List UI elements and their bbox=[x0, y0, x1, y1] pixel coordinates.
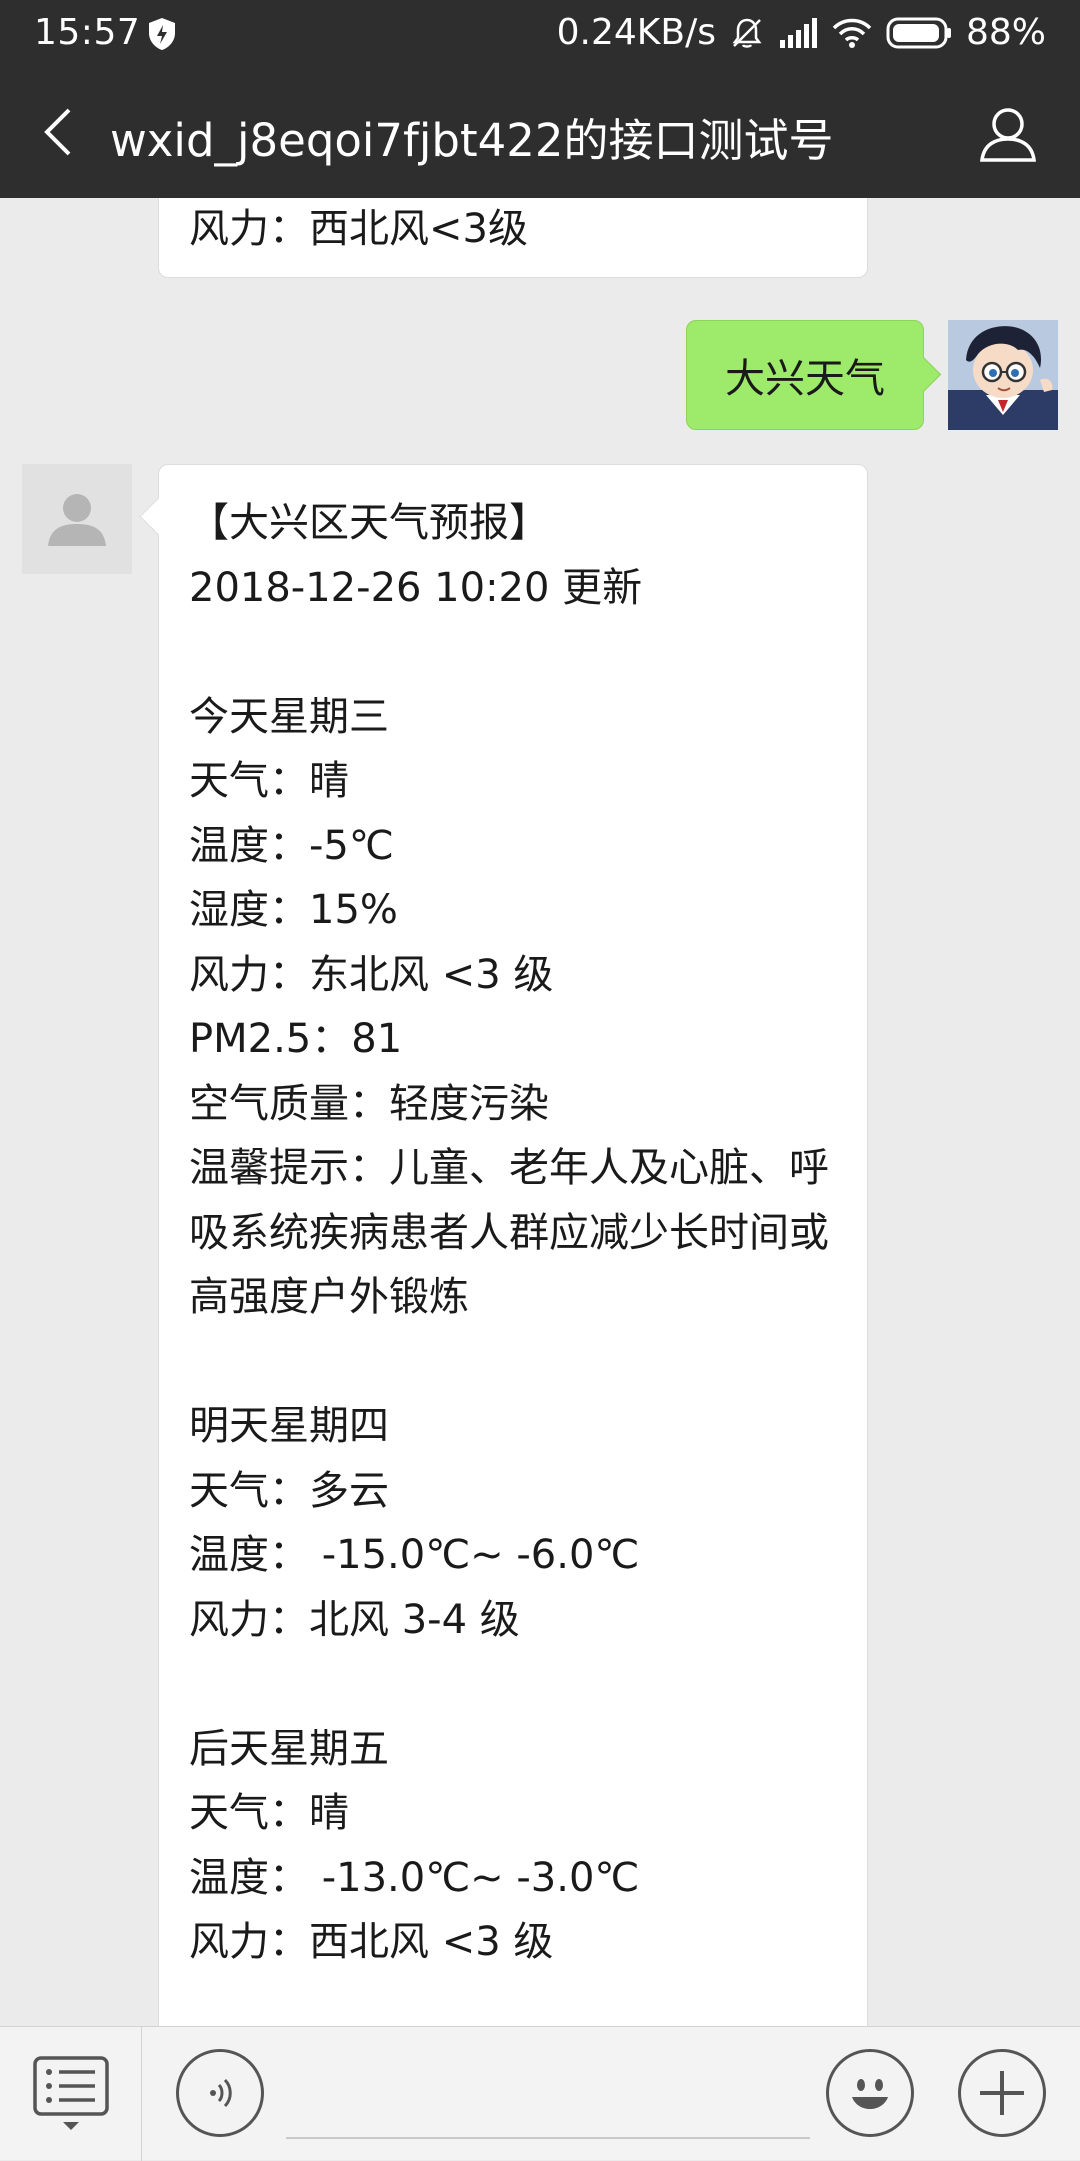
network-speed: 0.24KB/s bbox=[556, 12, 716, 53]
forecast-blank-line bbox=[189, 620, 837, 685]
message-text: 风力：西北风<3级 bbox=[189, 206, 528, 252]
forecast-updated: 2018-12-26 10:20 更新 bbox=[189, 564, 643, 611]
profile-button[interactable] bbox=[976, 102, 1040, 166]
battery-icon bbox=[886, 17, 951, 48]
forecast-weather: 天气：多云 bbox=[189, 1467, 389, 1514]
signal-icon bbox=[779, 17, 817, 48]
forecast-weather: 天气：晴 bbox=[189, 758, 349, 804]
forecast-temperature: 温度： -15.0℃~ -6.0℃ bbox=[189, 1532, 640, 1578]
forecast-blank-line bbox=[189, 1652, 837, 1717]
more-actions-button[interactable] bbox=[958, 2049, 1046, 2137]
menu-toggle-button[interactable] bbox=[0, 2027, 142, 2161]
voice-icon bbox=[210, 2078, 232, 2108]
forecast-day-today: 今天星期三 bbox=[189, 693, 389, 740]
message-bubble-forecast[interactable]: 【大兴区天气预报】 2018-12-26 10:20 更新 今天星期三 天气：晴… bbox=[158, 464, 868, 2026]
message-text: 大兴天气 bbox=[725, 356, 885, 402]
chat-title: wxid_j8eqoi7fjbt422的接口测试号 bbox=[110, 114, 834, 167]
user-avatar[interactable] bbox=[948, 320, 1058, 430]
status-indicators: 0.24KB/s 88% bbox=[557, 12, 1046, 53]
message-input[interactable] bbox=[286, 2055, 810, 2139]
back-button[interactable] bbox=[28, 102, 88, 162]
default-avatar-icon bbox=[48, 494, 106, 546]
forecast-humidity: 湿度：15% bbox=[189, 887, 398, 933]
forecast-wind: 风力：西北风 <3 级 bbox=[189, 1919, 554, 1965]
forecast-heading: 【大兴区天气预报】 bbox=[189, 500, 549, 546]
message-bubble-user[interactable]: 大兴天气 bbox=[686, 320, 924, 430]
input-bar bbox=[0, 2026, 1080, 2161]
voice-button[interactable] bbox=[176, 2049, 264, 2137]
forecast-air-quality: 空气质量：轻度污染 bbox=[189, 1080, 549, 1127]
wifi-icon bbox=[832, 18, 872, 48]
forecast-wind: 风力：北风 3-4 级 bbox=[189, 1596, 520, 1643]
forecast-tip: 温馨提示：儿童、老年人及心脏、呼吸系统疾病患者人群应减少长时间或高强度户外锻炼 bbox=[189, 1145, 829, 1320]
forecast-day-tomorrow: 明天星期四 bbox=[189, 1403, 389, 1449]
forecast-day-after: 后天星期五 bbox=[189, 1725, 389, 1772]
forecast-weather: 天气：晴 bbox=[189, 1790, 349, 1836]
forecast-blank-line bbox=[189, 1330, 837, 1395]
bot-avatar[interactable] bbox=[22, 464, 132, 574]
status-time: 15:57 bbox=[34, 12, 141, 53]
smiley-icon bbox=[852, 2079, 888, 2109]
forecast-wind: 风力：东北风 <3 级 bbox=[189, 951, 554, 998]
forecast-pm25: PM2.5：81 bbox=[189, 1016, 403, 1062]
shield-icon bbox=[149, 18, 175, 50]
message-list[interactable]: 风力：西北风<3级 大兴天气 【大兴区天气预报】 2018-12-26 10:2… bbox=[0, 198, 1080, 2026]
chevron-left-icon bbox=[44, 108, 71, 156]
battery-percent: 88% bbox=[965, 12, 1046, 53]
message-bubble-previous[interactable]: 风力：西北风<3级 bbox=[158, 198, 868, 278]
list-menu-icon bbox=[32, 2056, 109, 2130]
person-icon bbox=[980, 108, 1036, 162]
plus-icon bbox=[980, 2071, 1024, 2115]
emoji-button[interactable] bbox=[826, 2049, 914, 2137]
chat-header: wxid_j8eqoi7fjbt422的接口测试号 bbox=[0, 68, 1080, 198]
status-bar: 15:57 0.24KB/s 88% bbox=[0, 0, 1080, 68]
mute-icon bbox=[732, 18, 762, 48]
forecast-temperature: 温度： -13.0℃~ -3.0℃ bbox=[189, 1854, 640, 1901]
anime-avatar-icon bbox=[948, 320, 1058, 430]
forecast-temperature: 温度：-5℃ bbox=[189, 822, 394, 869]
